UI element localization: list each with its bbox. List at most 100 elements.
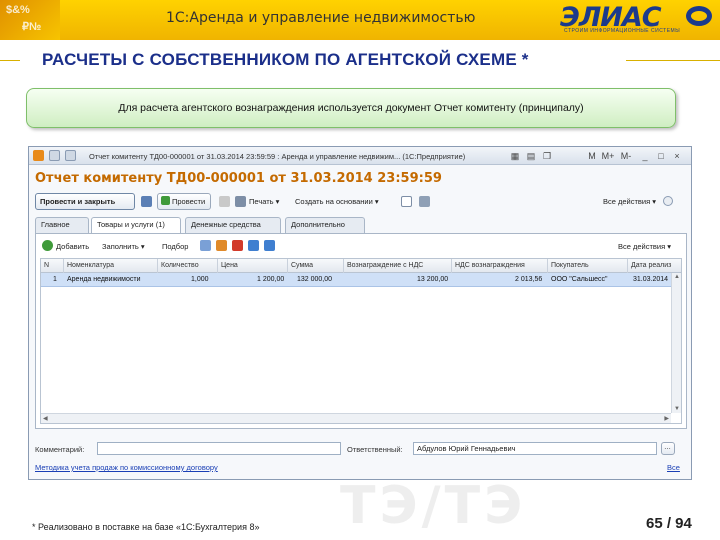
col-sep — [343, 259, 344, 273]
app-icon — [33, 150, 44, 161]
app-title: 1С:Аренда и управление недвижимостью — [166, 10, 476, 26]
col-buyer[interactable]: Покупатель — [551, 262, 589, 269]
post-and-close-button[interactable]: Провести и закрыть — [35, 193, 135, 210]
scroll-down-icon[interactable]: ▼ — [674, 406, 680, 412]
all-actions-menu[interactable]: Все действия ▾ — [603, 197, 656, 206]
tab-additional[interactable]: Дополнительно — [285, 217, 365, 233]
col-qty[interactable]: Количество — [161, 262, 199, 269]
delete-icon[interactable] — [232, 240, 243, 251]
divider-right — [626, 60, 720, 61]
responsible-field[interactable]: Абдулов Юрий Геннадьевич — [413, 442, 657, 455]
slide-header-bar: $&% ₽№ 1С:Аренда и управление недвижимос… — [0, 0, 720, 40]
methodology-link[interactable]: Методика учета продаж по комиссионному д… — [35, 463, 218, 472]
divider-left — [0, 60, 20, 61]
watermark: ТЭ/ТЭ — [340, 476, 527, 536]
calendar-icon[interactable]: ▦ — [509, 150, 521, 162]
scroll-right-icon[interactable]: ▶ — [664, 415, 669, 422]
cell-date: 31.03.2014 — [633, 276, 669, 283]
vertical-scrollbar[interactable]: ▲ ▼ — [671, 273, 681, 413]
responsible-select-button[interactable]: … — [661, 442, 675, 455]
copy-icon[interactable]: ❐ — [541, 150, 553, 162]
note-text: Для расчета агентского вознаграждения ис… — [118, 102, 584, 114]
save-icon[interactable] — [141, 196, 152, 207]
back-icon[interactable] — [49, 150, 60, 161]
move-down-icon[interactable] — [264, 240, 275, 251]
table-row[interactable]: 1 Аренда недвижимости 1,000 1 200,00 132… — [41, 273, 671, 287]
print-menu[interactable]: Печать ▾ — [249, 197, 279, 206]
scroll-up-icon[interactable]: ▲ — [674, 274, 680, 280]
cell-vat: 2 013,56 — [515, 276, 543, 283]
edit-icon[interactable] — [216, 240, 227, 251]
document-toolbar: Провести и закрыть Провести Печать ▾ Соз… — [33, 193, 687, 211]
create-based-on-menu[interactable]: Создать на основании ▾ — [295, 197, 379, 206]
cell-buyer: ООО "Сальшесс" — [551, 276, 608, 283]
maximize-button[interactable]: □ — [655, 150, 667, 162]
note-banner: Для расчета агентского вознаграждения ис… — [26, 88, 676, 128]
col-sep — [217, 259, 218, 273]
tab-main[interactable]: Главное — [35, 217, 89, 233]
col-n[interactable]: N — [44, 262, 49, 269]
cell-sum: 132 000,00 — [297, 276, 333, 283]
cell-n: 1 — [53, 276, 57, 283]
window-titlebar: Отчет комитенту ТД00-000001 от 31.03.201… — [29, 147, 691, 165]
col-sum[interactable]: Сумма — [291, 262, 313, 269]
add-button[interactable]: Добавить — [56, 242, 89, 251]
goods-services-panel: Добавить Заполнить ▾ Подбор Все действия… — [35, 233, 687, 429]
document-window: Отчет комитенту ТД00-000001 от 31.03.201… — [28, 146, 692, 480]
close-button[interactable]: × — [671, 150, 683, 162]
memory-minus-button[interactable]: M- — [619, 150, 633, 162]
unpost-icon[interactable] — [219, 196, 230, 207]
col-fee-vat[interactable]: Вознаграждение с НДС — [347, 262, 423, 269]
corner-text-1: $&% — [6, 4, 30, 16]
post-icon — [161, 196, 170, 205]
add-icon[interactable] — [42, 240, 53, 251]
help-icon[interactable] — [663, 196, 673, 206]
post-button[interactable]: Провести — [157, 193, 211, 210]
comment-field[interactable] — [97, 442, 341, 455]
calculator-icon[interactable]: ▤ — [525, 150, 537, 162]
page-number: 65 / 94 — [646, 515, 692, 532]
cell-item: Аренда недвижимости — [67, 276, 141, 283]
window-title: Отчет комитенту ТД00-000001 от 31.03.201… — [89, 152, 466, 161]
col-sep — [451, 259, 452, 273]
copy-row-icon[interactable] — [200, 240, 211, 251]
memory-plus-button[interactable]: M+ — [601, 150, 615, 162]
cell-fee-vat: 13 200,00 — [417, 276, 449, 283]
col-sep — [157, 259, 158, 273]
select-button[interactable]: Подбор — [162, 242, 188, 251]
corner-text-2: ₽№ — [22, 21, 42, 33]
move-up-icon[interactable] — [248, 240, 259, 251]
horizontal-scrollbar[interactable]: ◀ ▶ — [41, 413, 671, 423]
table-all-actions-menu[interactable]: Все действия ▾ — [618, 242, 671, 251]
comment-label: Комментарий: — [35, 445, 85, 454]
col-price[interactable]: Цена — [221, 262, 238, 269]
col-sep — [627, 259, 628, 273]
minimize-button[interactable]: _ — [639, 150, 651, 162]
list-icon[interactable] — [419, 196, 430, 207]
report-icon[interactable] — [401, 196, 412, 207]
print-icon[interactable] — [235, 196, 246, 207]
corner-decoration: $&% ₽№ — [0, 0, 60, 40]
all-link[interactable]: Все — [667, 463, 680, 472]
post-button-label: Провести — [172, 197, 206, 206]
memory-button[interactable]: M — [587, 150, 597, 162]
col-sep — [287, 259, 288, 273]
cell-qty: 1,000 — [191, 276, 209, 283]
col-item[interactable]: Номенклатура — [67, 262, 114, 269]
cell-price: 1 200,00 — [257, 276, 285, 283]
col-sep — [63, 259, 64, 273]
goods-table[interactable]: N Номенклатура Количество Цена Сумма Воз… — [40, 258, 682, 424]
fill-menu[interactable]: Заполнить ▾ — [102, 242, 145, 251]
logo-ring-icon — [686, 6, 712, 26]
scroll-left-icon[interactable]: ◀ — [43, 415, 48, 422]
table-toolbar: Добавить Заполнить ▾ Подбор Все действия… — [40, 238, 682, 254]
tab-goods-services[interactable]: Товары и услуги (1) — [91, 217, 181, 234]
logo-subtitle: СТРОИМ ИНФОРМАЦИОННЫЕ СИСТЕМЫ — [564, 28, 681, 34]
tab-cash[interactable]: Денежные средства — [185, 217, 281, 233]
col-sep — [547, 259, 548, 273]
col-date[interactable]: Дата реализ — [631, 262, 671, 269]
slide-heading: РАСЧЕТЫ С СОБСТВЕННИКОМ ПО АГЕНТСКОЙ СХЕ… — [42, 50, 529, 69]
col-vat[interactable]: НДС вознаграждения — [455, 262, 525, 269]
document-title: Отчет комитенту ТД00-000001 от 31.03.201… — [35, 171, 442, 186]
star-icon[interactable] — [65, 150, 76, 161]
